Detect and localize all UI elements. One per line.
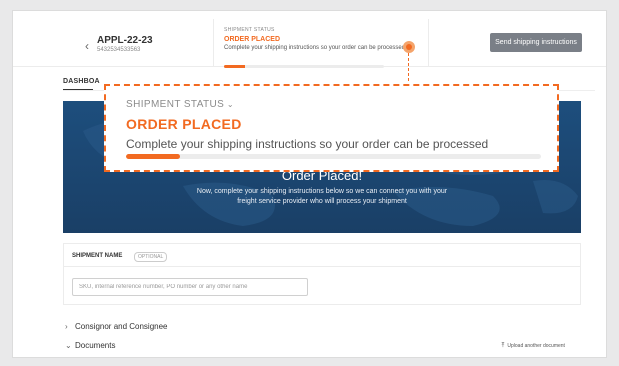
shipment-reference-number: 5432534533563 [97,47,141,53]
chevron-down-icon: ⌄ [65,341,72,350]
shipment-name-input[interactable] [72,278,308,296]
upload-label: Upload another document [507,343,565,349]
section-consignor-and-consignee[interactable]: › Consignor and Consignee [65,322,168,331]
chevron-down-icon: ⌄ [224,100,234,109]
shipment-reference: APPL-22-23 [97,35,153,46]
upload-another-document-link[interactable]: ⤒ Upload another document [500,343,565,350]
top-bar: ‹ APPL-22-23 5432534533563 SHIPMENT STAT… [13,11,606,81]
zoom-status-label-text: SHIPMENT STATUS [126,99,225,110]
tab-dashboard[interactable]: DASHBOA [63,78,100,85]
upload-icon: ⤒ [501,343,505,349]
zoom-progress-track [126,154,541,159]
section-consignor-label: Consignor and Consignee [75,322,168,331]
send-shipping-instructions-button[interactable]: Send shipping instructions [490,33,582,52]
app-window: ‹ APPL-22-23 5432534533563 SHIPMENT STAT… [12,10,607,358]
status-progress-track [224,65,384,68]
status-text: Complete your shipping instructions so y… [224,45,406,51]
section-documents[interactable]: ⌄ Documents [65,341,115,350]
card-divider [64,266,580,267]
chevron-right-icon: › [65,322,68,331]
shipment-status-panel[interactable]: SHIPMENT STATUS ORDER PLACED Complete yo… [213,19,429,81]
banner-text: Now, complete your shipping instructions… [196,188,448,205]
section-documents-label: Documents [75,341,116,350]
callout-connector [408,53,409,81]
status-zoom-callout: SHIPMENT STATUS ⌄ ORDER PLACED Complete … [104,84,559,172]
zoom-status-text: Complete your shipping instructions so y… [126,137,489,151]
shipment-name-card: SHIPMENT NAME OPTIONAL [63,243,581,305]
status-label: SHIPMENT STATUS [224,27,275,33]
back-chevron-icon[interactable]: ‹ [85,39,89,53]
zoom-progress-fill [126,154,180,159]
status-dot-icon [403,41,415,53]
status-progress-fill [224,65,245,68]
shipment-name-label: SHIPMENT NAME [72,253,123,259]
optional-badge: OPTIONAL [134,252,168,262]
zoom-status-title: ORDER PLACED [126,116,242,132]
zoom-status-label[interactable]: SHIPMENT STATUS ⌄ [126,99,234,110]
status-title: ORDER PLACED [224,36,281,43]
